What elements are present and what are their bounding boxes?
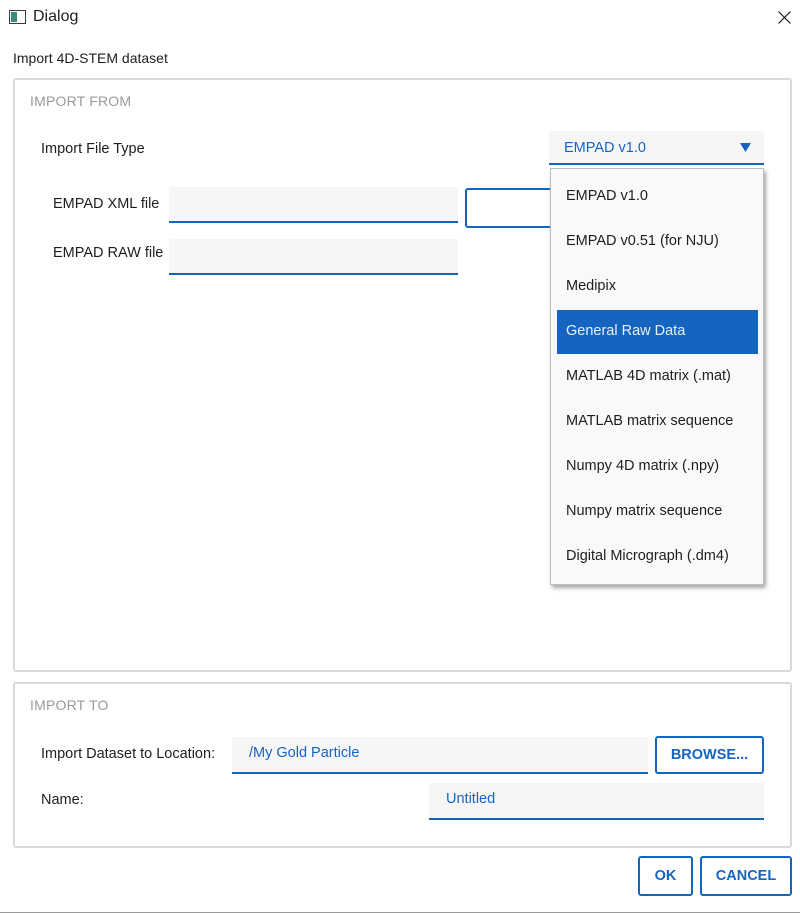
browse-button[interactable]: BROWSE... [655,736,764,774]
file-type-selected: EMPAD v1.0 [564,140,646,156]
cancel-button[interactable]: CANCEL [700,856,792,896]
name-input[interactable]: Untitled [429,783,764,820]
file-type-combobox[interactable]: EMPAD v1.0 [549,131,764,165]
xml-file-label: EMPAD XML file [53,196,160,212]
dropdown-option[interactable]: EMPAD v0.51 (for NJU) [557,220,758,264]
name-label: Name: [41,792,84,808]
file-type-dropdown: EMPAD v1.0 EMPAD v0.51 (for NJU) Medipix… [550,168,764,585]
dropdown-option-highlighted[interactable]: General Raw Data [557,310,758,354]
location-input[interactable]: /My Gold Particle [232,737,648,774]
window-app-icon [9,10,26,24]
close-icon [778,11,791,24]
dropdown-option[interactable]: MATLAB matrix sequence [557,400,758,444]
dropdown-option[interactable]: MATLAB 4D matrix (.mat) [557,355,758,399]
raw-file-input[interactable] [169,239,458,275]
location-label: Import Dataset to Location: [41,746,216,762]
dropdown-option[interactable]: Numpy 4D matrix (.npy) [557,445,758,489]
dropdown-option[interactable]: EMPAD v1.0 [557,175,758,219]
dropdown-option[interactable]: Numpy matrix sequence [557,490,758,534]
raw-file-label: EMPAD RAW file [53,245,164,261]
import-to-title: IMPORT TO [30,697,109,713]
triangle-down-icon [740,143,751,152]
dialog-heading: Import 4D-STEM dataset [13,50,168,66]
file-type-label: Import File Type [41,141,145,157]
xml-file-input[interactable] [169,187,458,223]
dialog-window: Dialog Import 4D-STEM dataset IMPORT FRO… [0,0,800,913]
dropdown-option[interactable]: Medipix [557,265,758,309]
window-title: Dialog [33,8,79,25]
close-button[interactable] [770,4,798,30]
title-bar: Dialog [0,0,800,36]
import-from-title: IMPORT FROM [30,93,132,109]
dropdown-option[interactable]: Digital Micrograph (.dm4) [557,535,758,579]
ok-button[interactable]: OK [638,856,693,896]
